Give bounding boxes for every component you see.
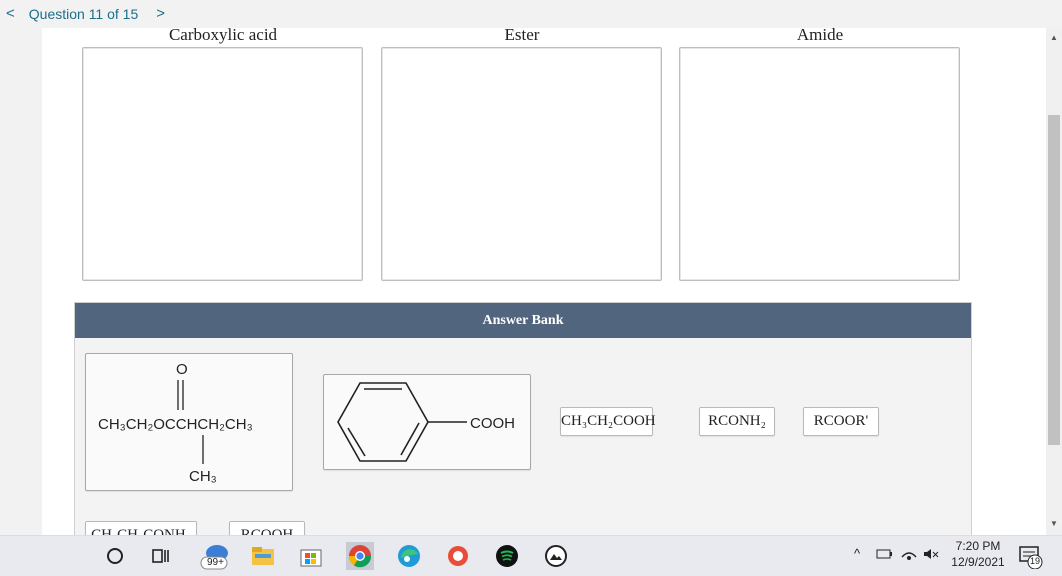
clock-time: 7:20 PM	[955, 539, 1001, 553]
answer-tile-branched-ester-structure[interactable]: O CH₃CH₂OCCHCH₂CH₃ CH₃	[85, 353, 293, 491]
methyl-branch-label: CH₃	[189, 468, 217, 485]
next-question-button[interactable]: >	[156, 5, 165, 22]
clock[interactable]: 7:20 PM 12/9/2021	[949, 539, 1007, 569]
weather-badge-count: 99+	[207, 557, 224, 568]
clock-date: 12/9/2021	[951, 555, 1005, 569]
weather-app-icon[interactable]: 99+	[199, 542, 235, 570]
answer-tile-benzoic-acid-structure[interactable]: COOH	[323, 374, 531, 470]
answer-chip-rcoor[interactable]: RCOOR'	[803, 407, 879, 436]
show-hidden-icons-chevron-icon[interactable]: ^	[854, 546, 860, 561]
volume-muted-icon[interactable]	[922, 547, 940, 564]
windows-taskbar: 99+ ^ 7:20 PM 12/9/2021 19	[0, 535, 1062, 576]
answer-chip-rconh2[interactable]: RCONH₂	[699, 407, 775, 436]
scrollbar-thumb[interactable]	[1048, 115, 1060, 445]
previous-question-button[interactable]: <	[6, 5, 15, 22]
question-content: Carboxylic acid Ester Amide Answer Bank …	[42, 28, 1046, 535]
answer-bank-title: Answer Bank	[75, 303, 971, 338]
battery-icon[interactable]	[876, 547, 894, 564]
network-icon[interactable]	[900, 547, 918, 564]
scroll-up-icon[interactable]: ▲	[1049, 33, 1059, 42]
drop-zone-carboxylic-acid[interactable]	[82, 47, 363, 281]
column-title-carboxylic-acid: Carboxylic acid	[168, 28, 278, 44]
notification-center-icon[interactable]: 19	[1018, 545, 1044, 572]
chrome-browser-icon[interactable]	[346, 542, 374, 570]
column-title-amide: Amide	[796, 28, 844, 44]
microsoft-store-icon[interactable]	[297, 542, 325, 570]
question-counter: Question 11 of 15	[28, 5, 139, 22]
edge-browser-icon[interactable]	[395, 542, 423, 570]
spotify-icon[interactable]	[493, 542, 521, 570]
answer-chip-propanamide[interactable]: CH₃CH₂CONH₂	[85, 521, 197, 535]
question-nav: < Question 11 of 15 >	[6, 5, 165, 22]
cooh-label: COOH	[470, 415, 515, 432]
column-title-ester: Ester	[504, 28, 540, 44]
cortana-search-icon[interactable]	[101, 542, 129, 570]
file-explorer-icon[interactable]	[249, 542, 277, 570]
task-view-icon[interactable]	[147, 542, 175, 570]
question-nav-bar: < Question 11 of 15 >	[0, 0, 1062, 28]
answer-chip-rcooh[interactable]: RCOOH	[229, 521, 305, 535]
scroll-down-icon[interactable]: ▼	[1049, 519, 1059, 528]
photos-app-icon[interactable]	[542, 542, 570, 570]
drop-zone-amide[interactable]	[679, 47, 960, 281]
answer-chip-propanoic-acid[interactable]: CH₃CH₂COOH	[560, 407, 656, 436]
notification-count-badge: 19	[1030, 556, 1041, 566]
app-icon-red-circle[interactable]	[444, 542, 472, 570]
drop-zone-ester[interactable]	[381, 47, 662, 281]
carbonyl-oxygen-label: O	[176, 361, 188, 378]
ester-formula-label: CH₃CH₂OCCHCH₂CH₃	[98, 416, 253, 433]
benzoic-acid-drawing: COOH	[337, 382, 515, 462]
ester-structure-drawing: O CH₃CH₂OCCHCH₂CH₃ CH₃	[98, 361, 253, 485]
